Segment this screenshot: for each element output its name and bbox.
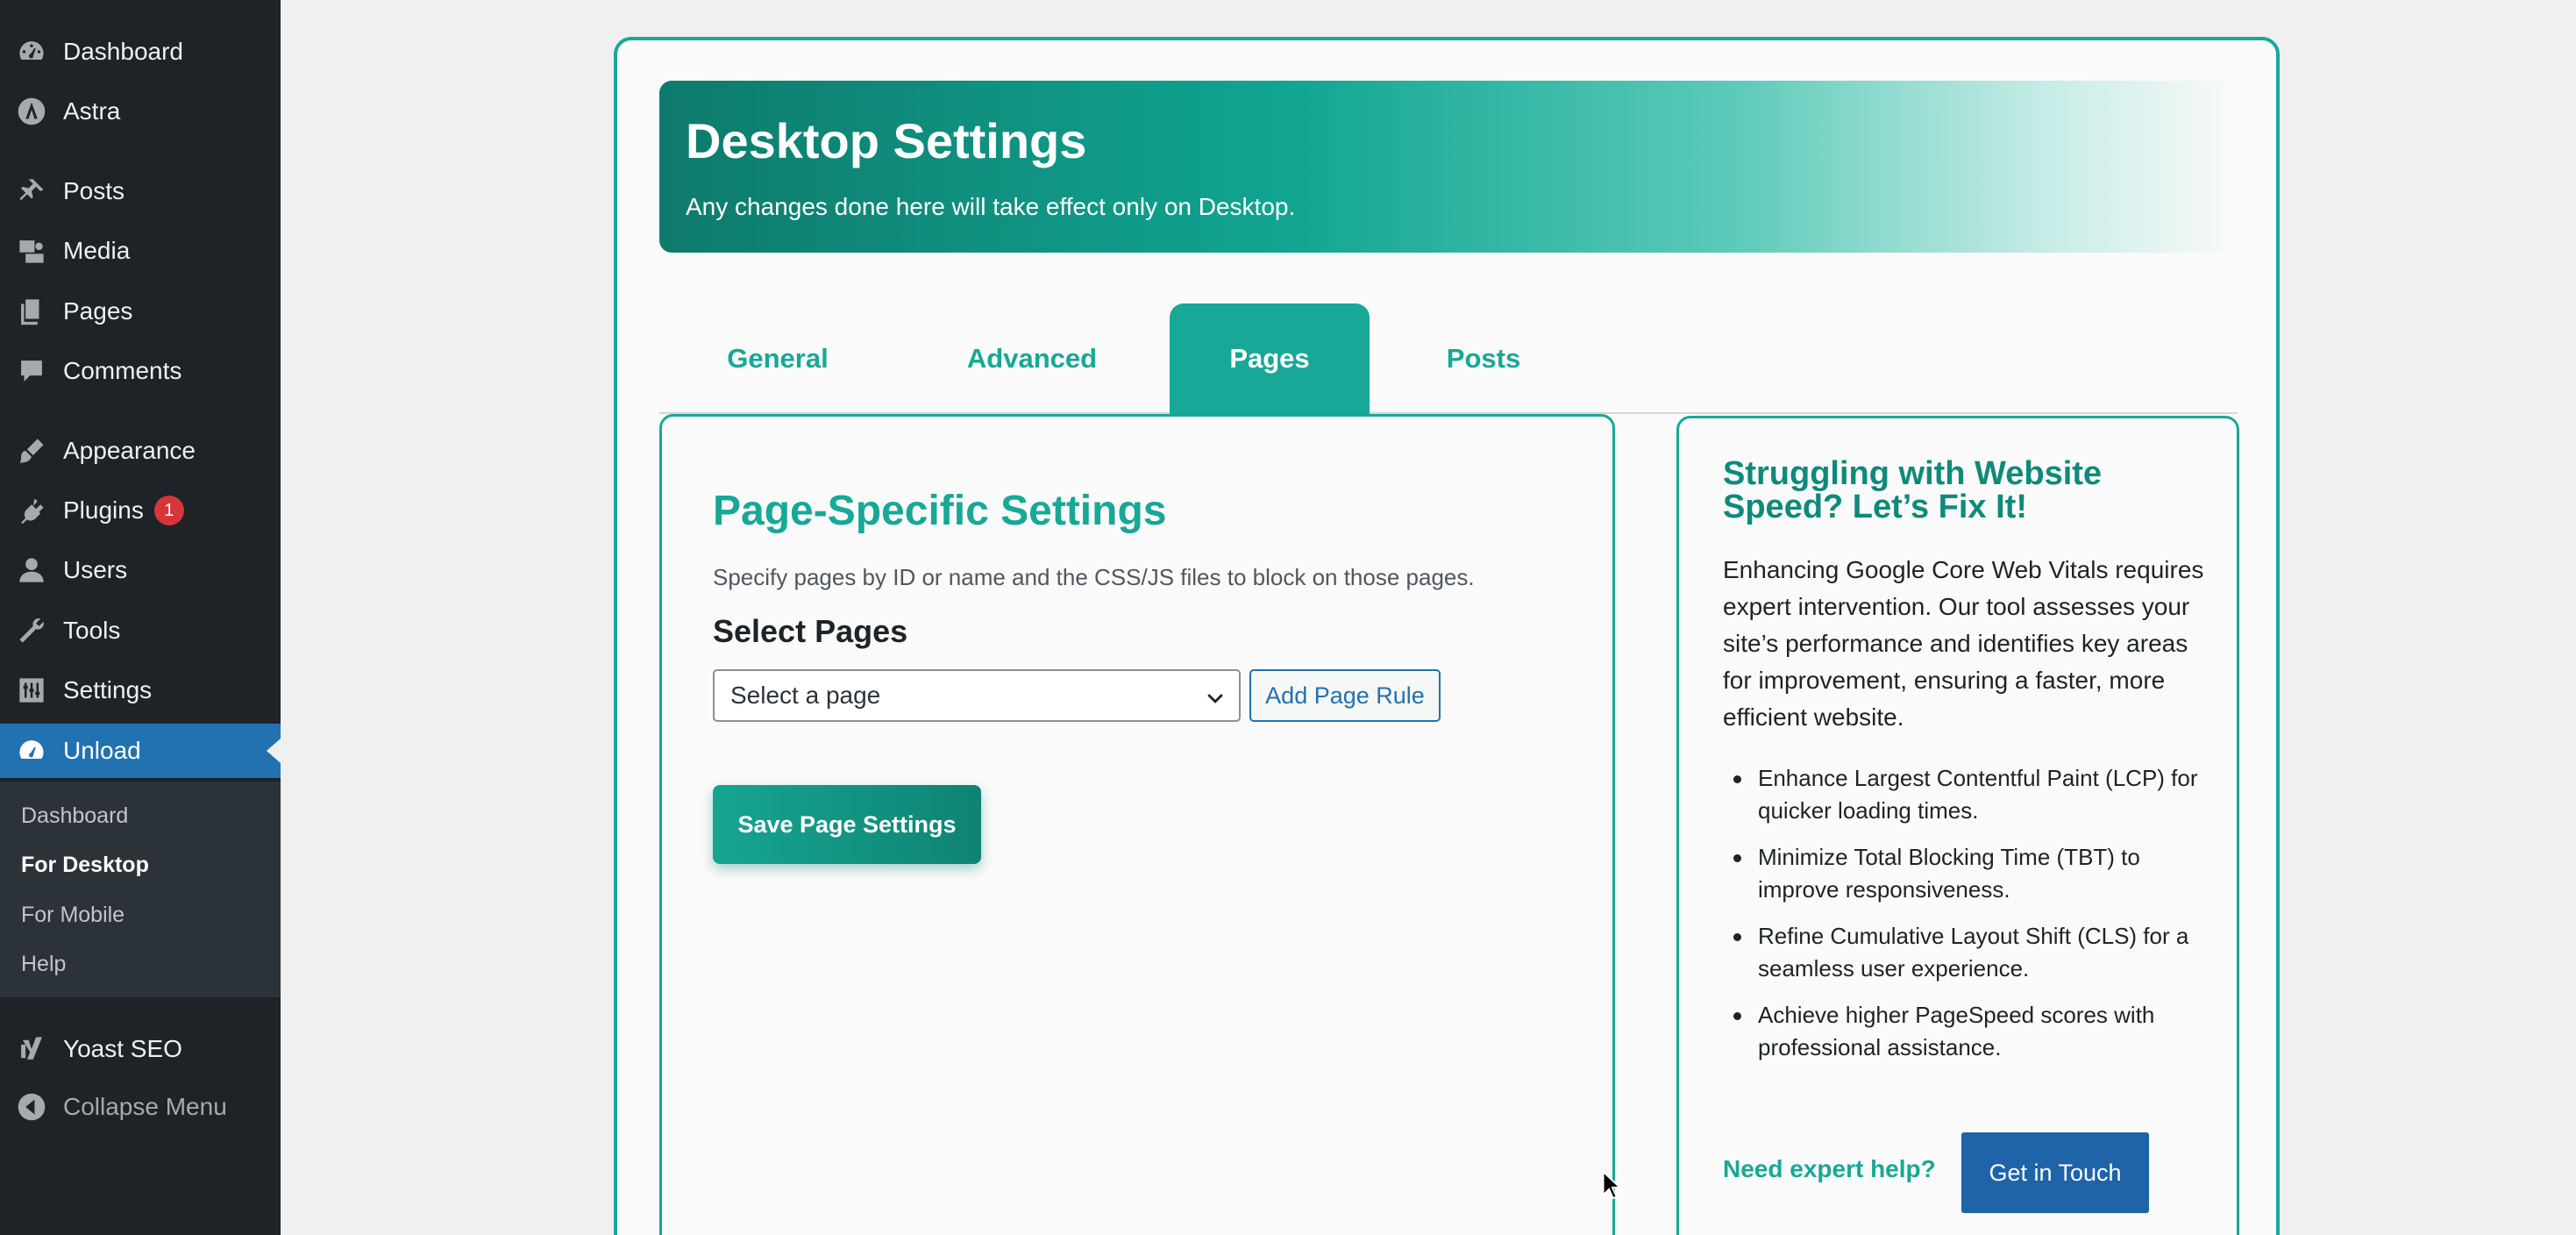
sidebar-item-yoast-seo[interactable]: Yoast SEO	[0, 1022, 281, 1076]
promo-title: Struggling with Website Speed? Let’s Fix…	[1723, 455, 2103, 525]
settings-panel: Desktop Settings Any changes done here w…	[614, 37, 2280, 1235]
media-icon	[16, 235, 47, 267]
list-item: Refine Cumulative Layout Shift (CLS) for…	[1723, 920, 2214, 985]
sidebar-item-tools[interactable]: Tools	[0, 603, 281, 658]
add-page-rule-button[interactable]: Add Page Rule	[1249, 669, 1441, 722]
chevron-down-icon	[1207, 694, 1223, 703]
comments-icon	[16, 355, 47, 387]
sidebar-item-label: Tools	[63, 617, 121, 644]
page-title: Desktop Settings	[686, 113, 1087, 168]
sidebar-item-pages[interactable]: Pages	[0, 284, 281, 339]
yoast-icon	[16, 1033, 47, 1065]
sidebar-item-label: Plugins	[63, 496, 144, 524]
sidebar-item-comments[interactable]: Comments	[0, 344, 281, 398]
brush-icon	[16, 435, 47, 467]
sidebar-item-dashboard[interactable]: Dashboard	[0, 25, 281, 79]
section-title: Page-Specific Settings	[713, 488, 1167, 534]
gauge-icon	[16, 735, 47, 767]
get-in-touch-button[interactable]: Get in Touch	[1961, 1132, 2149, 1213]
pages-icon	[16, 296, 47, 327]
benefits-list: Enhance Largest Contentful Paint (LCP) f…	[1723, 762, 2214, 1078]
section-description: Specify pages by ID or name and the CSS/…	[713, 564, 1475, 590]
sidebar-item-label: Astra	[63, 97, 121, 125]
astra-icon	[16, 96, 47, 127]
user-icon	[16, 554, 47, 586]
tab-pages[interactable]: Pages	[1170, 303, 1370, 414]
promo-text: Enhancing Google Core Web Vitals require…	[1723, 556, 2204, 731]
sidebar-item-label: Users	[63, 556, 128, 583]
sidebar-item-users[interactable]: Users	[0, 543, 281, 597]
sidebar-item-settings[interactable]: Settings	[0, 663, 281, 717]
sidebar-item-label: Settings	[63, 676, 153, 703]
expert-help-label: Need expert help?	[1723, 1155, 1936, 1182]
sidebar-item-plugins[interactable]: Plugins 1	[0, 483, 281, 538]
list-item: Enhance Largest Contentful Paint (LCP) f…	[1723, 762, 2214, 827]
mouse-cursor-icon	[1602, 1170, 1622, 1200]
tab-posts[interactable]: Posts	[1396, 303, 1571, 414]
page-specific-settings-card: Page-Specific Settings Specify pages by …	[659, 414, 1615, 1235]
page-subtitle: Any changes done here will take effect o…	[686, 193, 1296, 220]
sidebar-item-label: Media	[63, 237, 131, 264]
pin-icon	[16, 175, 47, 207]
tab-general[interactable]: General	[686, 303, 870, 414]
dashboard-icon	[16, 36, 47, 68]
page-select-value: Select a page	[730, 682, 881, 709]
collapse-icon	[16, 1091, 47, 1123]
submenu-item-help[interactable]: Help	[21, 952, 66, 977]
list-item: Achieve higher PageSpeed scores with pro…	[1723, 999, 2214, 1064]
sidebar-item-label: Pages	[63, 297, 133, 325]
wrench-icon	[16, 615, 47, 646]
save-page-settings-button[interactable]: Save Page Settings	[713, 785, 981, 864]
sidebar-item-label: Unload	[63, 737, 141, 764]
sidebar-item-label: Appearance	[63, 437, 196, 464]
sidebar-item-label: Collapse Menu	[63, 1093, 227, 1120]
page-header: Desktop Settings Any changes done here w…	[659, 81, 2238, 253]
sidebar-item-label: Yoast SEO	[63, 1035, 182, 1062]
speed-promo-card: Struggling with Website Speed? Let’s Fix…	[1676, 416, 2239, 1235]
list-item: Minimize Total Blocking Time (TBT) to im…	[1723, 841, 2214, 906]
collapse-menu-button[interactable]: Collapse Menu	[0, 1080, 281, 1134]
submenu-item-dashboard[interactable]: Dashboard	[21, 803, 128, 829]
admin-sidebar: Dashboard Astra Posts Media Pages Commen…	[0, 0, 281, 1235]
submenu-item-for-desktop[interactable]: For Desktop	[21, 853, 149, 878]
sidebar-item-astra[interactable]: Astra	[0, 84, 281, 139]
sidebar-item-label: Comments	[63, 357, 182, 384]
sidebar-item-posts[interactable]: Posts	[0, 164, 281, 218]
tab-advanced[interactable]: Advanced	[914, 303, 1150, 414]
select-pages-label: Select Pages	[713, 613, 908, 649]
page-select[interactable]: Select a page	[713, 669, 1241, 722]
sidebar-item-unload[interactable]: Unload	[0, 724, 281, 778]
sidebar-item-label: Dashboard	[63, 38, 183, 65]
unload-submenu: Dashboard For Desktop For Mobile Help	[0, 782, 281, 997]
sidebar-item-appearance[interactable]: Appearance	[0, 424, 281, 478]
sidebar-item-media[interactable]: Media	[0, 224, 281, 278]
plugin-icon	[16, 495, 47, 526]
settings-icon	[16, 675, 47, 706]
sidebar-item-label: Posts	[63, 177, 125, 204]
submenu-item-for-mobile[interactable]: For Mobile	[21, 903, 125, 928]
update-count-badge: 1	[153, 496, 184, 525]
tab-bar: General Advanced Pages Posts	[659, 303, 2238, 414]
